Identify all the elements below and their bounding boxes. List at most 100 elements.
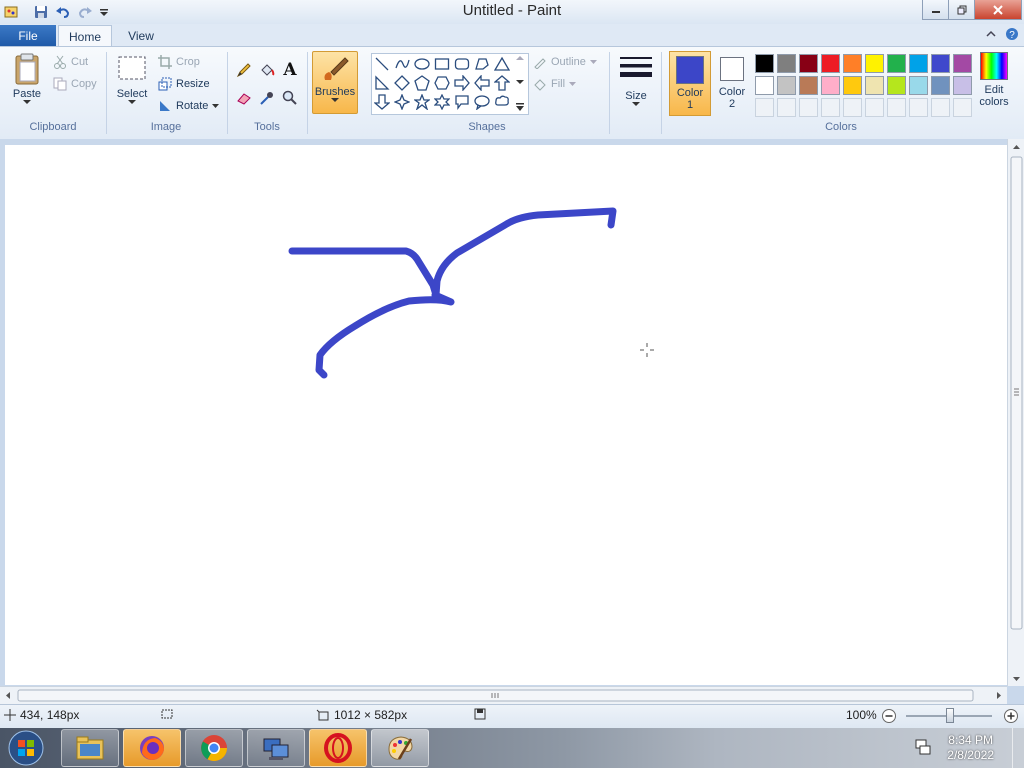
eraser-tool[interactable] [234, 88, 254, 108]
polygon-shape[interactable] [473, 55, 491, 73]
color2-button[interactable]: Color 2 [712, 51, 752, 116]
zoom-out-button[interactable] [881, 708, 897, 727]
outline-button[interactable]: Outline [533, 55, 597, 69]
oval-callout-shape[interactable] [473, 93, 491, 111]
taskbar-chrome[interactable] [185, 729, 243, 767]
palette-swatch [820, 97, 840, 117]
palette-swatch[interactable] [754, 75, 774, 95]
palette-swatch[interactable] [908, 75, 928, 95]
palette-swatch[interactable] [798, 75, 818, 95]
palette-swatch[interactable] [930, 53, 950, 73]
palette-swatch[interactable] [798, 53, 818, 73]
tab-home[interactable]: Home [58, 25, 112, 47]
palette-swatch[interactable] [952, 75, 972, 95]
pencil-tool[interactable] [234, 60, 254, 80]
vertical-scrollbar[interactable] [1007, 139, 1024, 686]
fill-tool[interactable] [257, 60, 277, 80]
edit-colors-button[interactable]: Edit colors [974, 52, 1014, 108]
system-clock[interactable]: 8:34 PM 2/8/2022 [947, 733, 994, 763]
rounded-rectangle-shape[interactable] [453, 55, 471, 73]
scroll-up-icon [516, 56, 524, 60]
triangle-shape[interactable] [493, 55, 511, 73]
paint-palette-icon [388, 736, 413, 760]
palette-swatch[interactable] [930, 75, 950, 95]
drawing-canvas[interactable] [5, 145, 1007, 685]
curve-shape[interactable] [393, 55, 411, 73]
zoom-slider-thumb[interactable] [946, 708, 954, 723]
left-arrow-shape[interactable] [473, 74, 491, 92]
size-button[interactable]: Size [616, 54, 656, 107]
palette-swatch[interactable] [886, 53, 906, 73]
restore-button[interactable] [948, 0, 976, 20]
window-title: Untitled - Paint [462, 2, 562, 19]
taskbar-firefox[interactable] [123, 729, 181, 767]
paste-button[interactable]: Paste [8, 52, 46, 105]
down-arrow-shape[interactable] [373, 93, 391, 111]
image-group-label: Image [150, 121, 182, 133]
help-icon[interactable]: ? [1005, 27, 1019, 44]
rounded-callout-shape[interactable] [453, 93, 471, 111]
show-desktop-button[interactable] [1012, 728, 1024, 768]
four-point-star-shape[interactable] [393, 93, 411, 111]
right-arrow-shape[interactable] [453, 74, 471, 92]
six-point-star-shape[interactable] [433, 93, 451, 111]
more-shapes-icon [516, 103, 524, 111]
color-picker-tool[interactable] [257, 88, 277, 108]
horizontal-scrollbar[interactable] [0, 686, 1007, 704]
zoom-in-button[interactable] [1003, 708, 1019, 727]
rectangle-shape[interactable] [433, 55, 451, 73]
palette-swatch[interactable] [820, 53, 840, 73]
fill-button[interactable]: Fill [533, 77, 577, 91]
cut-button[interactable]: Cut [53, 55, 88, 69]
line-shape[interactable] [373, 55, 391, 73]
hexagon-shape[interactable] [433, 74, 451, 92]
oval-shape[interactable] [413, 55, 431, 73]
color1-button[interactable]: Color 1 [669, 51, 711, 116]
taskbar-opera[interactable] [309, 729, 367, 767]
start-button[interactable] [2, 729, 50, 767]
palette-swatch[interactable] [864, 75, 884, 95]
scroll-down-icon [516, 80, 524, 84]
brushes-button[interactable]: Brushes [312, 51, 358, 114]
cloud-callout-shape[interactable] [493, 93, 511, 111]
palette-swatch[interactable] [776, 75, 796, 95]
palette-swatch[interactable] [952, 53, 972, 73]
diamond-shape[interactable] [393, 74, 411, 92]
color2-number: 2 [728, 98, 736, 110]
palette-swatch[interactable] [842, 53, 862, 73]
text-tool[interactable]: A [280, 60, 300, 80]
colors-group-label: Colors [825, 121, 857, 133]
crosshair-cursor-icon [640, 343, 654, 357]
taskbar-paint[interactable] [371, 729, 429, 767]
pentagon-shape[interactable] [413, 74, 431, 92]
copy-button[interactable]: Copy [53, 77, 97, 91]
close-button[interactable] [974, 0, 1022, 20]
palette-swatch[interactable] [864, 53, 884, 73]
windows-logo-icon [8, 730, 44, 766]
crop-button[interactable]: Crop [158, 55, 200, 69]
taskbar-file-explorer[interactable] [61, 729, 119, 767]
shapes-scroll[interactable] [515, 55, 525, 111]
palette-swatch[interactable] [754, 53, 774, 73]
palette-swatch[interactable] [820, 75, 840, 95]
tab-file[interactable]: File [0, 25, 56, 46]
right-triangle-shape[interactable] [373, 74, 391, 92]
five-point-star-shape[interactable] [413, 93, 431, 111]
magnifier-tool[interactable] [280, 88, 300, 108]
brush-icon [324, 57, 349, 80]
palette-swatch[interactable] [842, 75, 862, 95]
rotate-dropdown-icon [212, 104, 220, 108]
group-divider [609, 52, 610, 134]
minimize-ribbon-icon[interactable] [985, 28, 997, 43]
up-arrow-shape[interactable] [493, 74, 511, 92]
palette-swatch[interactable] [776, 53, 796, 73]
rotate-button[interactable]: Rotate [158, 99, 220, 113]
taskbar-network-app[interactable] [247, 729, 305, 767]
palette-swatch[interactable] [908, 53, 928, 73]
resize-button[interactable]: Resize [158, 77, 210, 91]
network-tray-icon[interactable] [914, 738, 932, 759]
palette-swatch[interactable] [886, 75, 906, 95]
tab-view[interactable]: View [118, 25, 164, 46]
minimize-button[interactable] [922, 0, 950, 20]
select-button[interactable]: Select [112, 54, 152, 105]
